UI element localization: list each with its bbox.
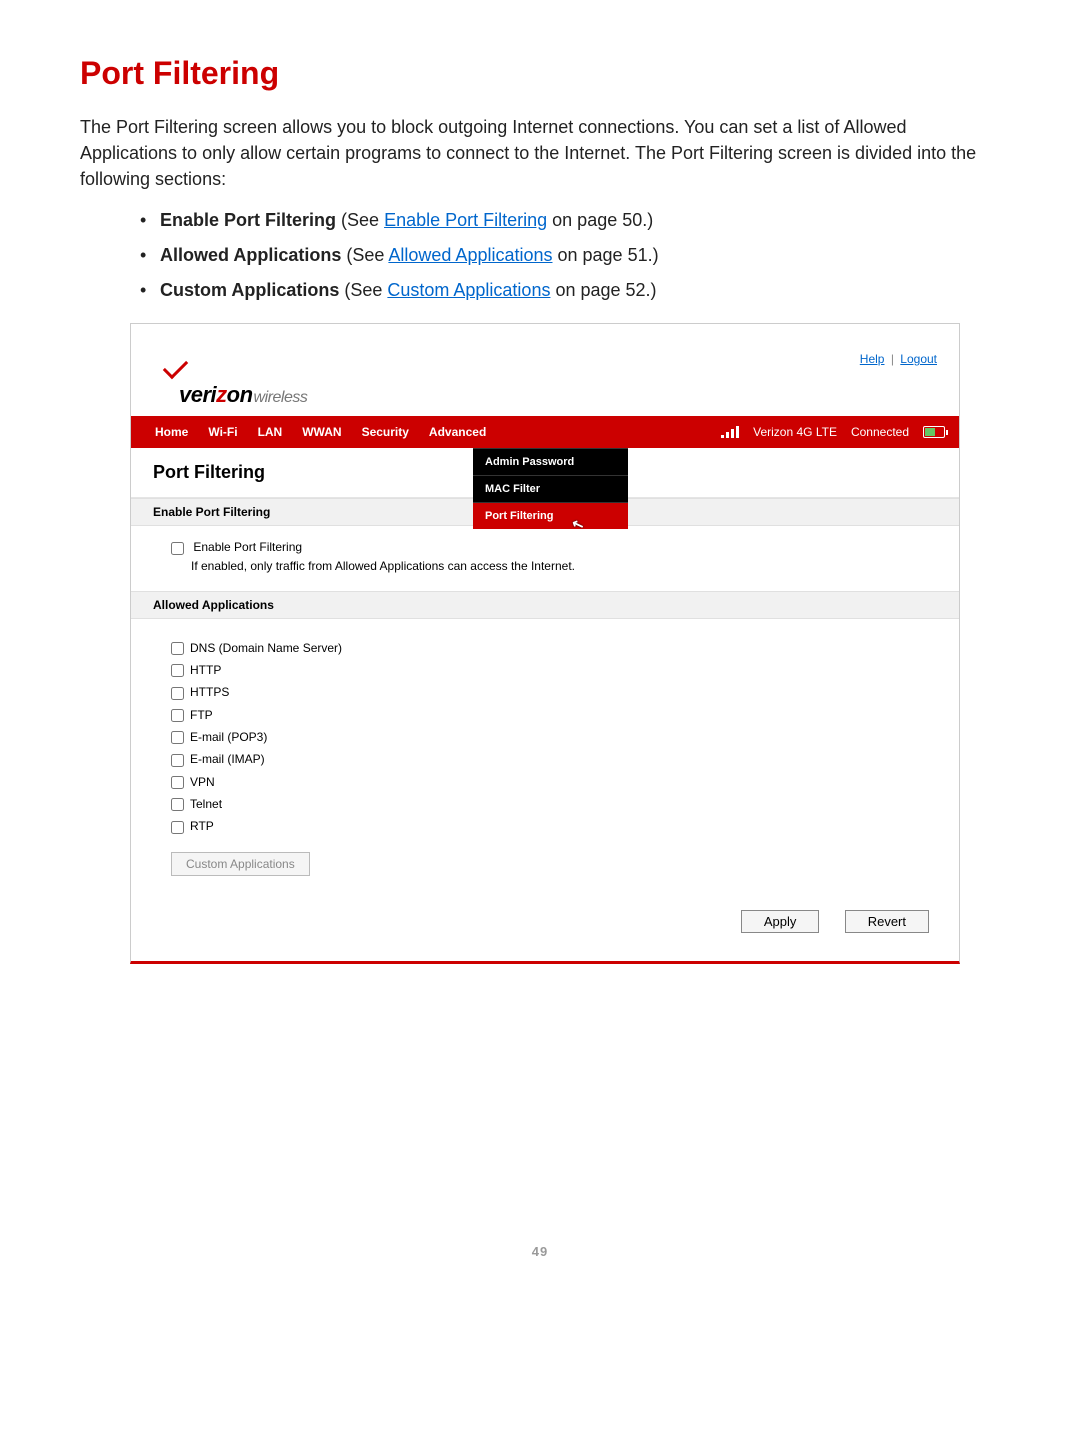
main-nav: Home Wi-Fi LAN WWAN Security Advanced Ve…: [131, 416, 959, 448]
menu-port-filtering[interactable]: Port Filtering ↖: [473, 502, 628, 529]
app-label: DNS (Domain Name Server): [190, 641, 342, 655]
app-checkbox-http[interactable]: [171, 664, 184, 677]
menu-port-filtering-label: Port Filtering: [485, 510, 553, 522]
apply-button[interactable]: Apply: [741, 910, 820, 933]
page-number: 49: [80, 1244, 1000, 1259]
nav-home[interactable]: Home: [145, 416, 198, 448]
enable-port-filtering-checkbox[interactable]: [171, 542, 184, 555]
top-links: Help | Logout: [860, 352, 937, 366]
enable-section-body: Enable Port Filtering If enabled, only t…: [131, 526, 959, 590]
outline-post: on page 52.): [550, 280, 656, 300]
nav-wifi[interactable]: Wi-Fi: [198, 416, 247, 448]
app-label: E-mail (POP3): [190, 730, 267, 744]
verizon-logo: verizonwireless: [161, 352, 371, 408]
carrier-label: Verizon 4G LTE: [753, 425, 837, 439]
outline-item: Enable Port Filtering (See Enable Port F…: [140, 210, 1000, 231]
app-checkbox-rtp[interactable]: [171, 821, 184, 834]
logout-link[interactable]: Logout: [900, 352, 937, 366]
app-checkbox-imap[interactable]: [171, 754, 184, 767]
app-label: Telnet: [190, 797, 222, 811]
battery-icon: [923, 426, 945, 438]
nav-advanced[interactable]: Advanced: [419, 416, 496, 448]
help-link[interactable]: Help: [860, 352, 885, 366]
revert-button[interactable]: Revert: [845, 910, 929, 933]
app-checkbox-ftp[interactable]: [171, 709, 184, 722]
enable-port-filtering-label: Enable Port Filtering: [193, 540, 302, 554]
app-label: HTTP: [190, 663, 221, 677]
check-icon: [161, 352, 191, 382]
outline-pre: (See: [336, 210, 384, 230]
logo-brand-z: z: [216, 382, 227, 407]
outline-pre: (See: [339, 280, 387, 300]
logo-sub: wireless: [254, 389, 308, 406]
menu-admin-password[interactable]: Admin Password: [473, 448, 628, 475]
outline-post: on page 50.): [547, 210, 653, 230]
outline-link[interactable]: Custom Applications: [387, 280, 550, 300]
action-row: Apply Revert: [131, 894, 959, 961]
app-checkbox-https[interactable]: [171, 687, 184, 700]
outline-item: Custom Applications (See Custom Applicat…: [140, 280, 1000, 301]
outline-bold: Custom Applications: [160, 280, 339, 300]
outline-link[interactable]: Enable Port Filtering: [384, 210, 547, 230]
logo-brand-post: on: [227, 382, 253, 407]
admin-screenshot: verizonwireless Help | Logout Home Wi-Fi…: [130, 323, 960, 963]
menu-mac-filter[interactable]: MAC Filter: [473, 475, 628, 502]
app-label: VPN: [190, 775, 215, 789]
separator: |: [891, 352, 894, 366]
enable-hint: If enabled, only traffic from Allowed Ap…: [171, 559, 919, 573]
section-outline: Enable Port Filtering (See Enable Port F…: [80, 210, 1000, 301]
app-checkbox-vpn[interactable]: [171, 776, 184, 789]
connection-status: Connected: [851, 425, 909, 439]
nav-wwan[interactable]: WWAN: [292, 416, 351, 448]
allowed-apps-body: DNS (Domain Name Server) HTTP HTTPS FTP …: [131, 619, 959, 894]
custom-applications-button[interactable]: Custom Applications: [171, 852, 310, 876]
signal-bars-icon: [721, 426, 739, 438]
intro-paragraph: The Port Filtering screen allows you to …: [80, 114, 1000, 192]
app-checkbox-dns[interactable]: [171, 642, 184, 655]
outline-post: on page 51.): [553, 245, 659, 265]
outline-link[interactable]: Allowed Applications: [388, 245, 552, 265]
outline-bold: Allowed Applications: [160, 245, 341, 265]
page-title: Port Filtering: [80, 55, 1000, 92]
nav-lan[interactable]: LAN: [248, 416, 293, 448]
app-label: HTTPS: [190, 685, 229, 699]
app-checkbox-pop3[interactable]: [171, 731, 184, 744]
panel-title: Port Filtering: [131, 448, 326, 497]
nav-security[interactable]: Security: [352, 416, 419, 448]
app-checkbox-telnet[interactable]: [171, 798, 184, 811]
outline-bold: Enable Port Filtering: [160, 210, 336, 230]
allowed-section-header: Allowed Applications: [131, 591, 959, 619]
logo-brand-pre: veri: [179, 382, 216, 407]
app-label: RTP: [190, 819, 214, 833]
outline-item: Allowed Applications (See Allowed Applic…: [140, 245, 1000, 266]
security-dropdown: Admin Password MAC Filter Port Filtering…: [473, 448, 628, 529]
app-label: FTP: [190, 708, 213, 722]
outline-pre: (See: [341, 245, 388, 265]
app-label: E-mail (IMAP): [190, 752, 265, 766]
